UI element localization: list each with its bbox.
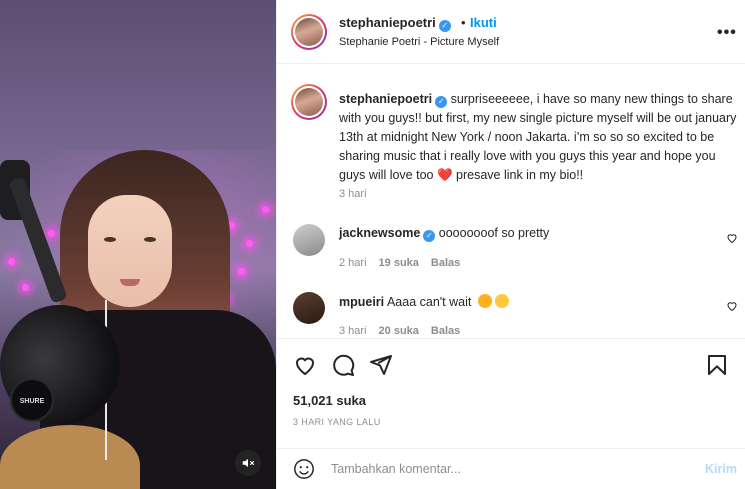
muted-speaker-icon (242, 458, 255, 468)
save-bookmark-icon[interactable] (705, 353, 729, 377)
instagram-post: SHURE stephaniepoetri ✓ • Ikuti Stephanie… (0, 0, 745, 489)
eye (144, 237, 156, 242)
fairy-light (262, 206, 269, 213)
like-comment-heart-icon[interactable] (726, 300, 738, 312)
verified-badge-icon: ✓ (438, 20, 451, 32)
comment-meta: 2 hari 19 suka Balas (339, 257, 460, 269)
verified-badge-icon: ✓ (423, 230, 436, 242)
verified-badge-icon: ✓ (435, 96, 448, 108)
reply-button[interactable]: Balas (431, 257, 460, 269)
caption-username[interactable]: stephaniepoetri (339, 92, 432, 106)
mouth (120, 279, 140, 286)
eye (104, 237, 116, 242)
person-face (88, 195, 172, 307)
comment-composer: Kirim (277, 448, 745, 489)
post-video[interactable]: SHURE (0, 0, 276, 489)
comment-time[interactable]: 2 hari (339, 257, 367, 269)
mute-button[interactable] (235, 450, 261, 476)
fairy-light (246, 240, 253, 247)
comment-username[interactable]: jacknewsome (339, 226, 420, 240)
author-username[interactable]: stephaniepoetri ✓ (339, 15, 451, 32)
comment-body: Aaaa can't wait (386, 295, 472, 309)
post-caption: stephaniepoetri ✓ surpriseeeeee, i have s… (339, 90, 737, 185)
raised-hands-emoji-icon (494, 294, 509, 308)
mic-logo: SHURE (10, 378, 54, 422)
separator-dot: • (461, 15, 466, 30)
post-timestamp[interactable]: 3 HARI YANG LALU (293, 417, 381, 427)
post-header: stephaniepoetri ✓ • Ikuti Stephanie Poetr… (277, 0, 745, 64)
heart-eyes-emoji-icon (477, 294, 492, 308)
comment-time[interactable]: 3 hari (339, 325, 367, 337)
post-details-panel: stephaniepoetri ✓ • Ikuti Stephanie Poetr… (276, 0, 745, 489)
post-actions: 51,021 suka 3 HARI YANG LALU (277, 338, 745, 448)
comment-body: oooooooof so pretty (438, 226, 550, 240)
comment-text: jacknewsome ✓ oooooooof so pretty (339, 226, 549, 242)
fairy-light (8, 258, 15, 265)
comment-bubble-icon[interactable] (331, 353, 355, 377)
audio-label[interactable]: Stephanie Poetri - Picture Myself (339, 36, 499, 48)
reply-button[interactable]: Balas (431, 325, 460, 337)
comment-meta: 3 hari 20 suka Balas (339, 325, 460, 337)
caption-time[interactable]: 3 hari (339, 188, 367, 200)
fairy-light (238, 268, 245, 275)
share-send-icon[interactable] (369, 353, 393, 377)
comment-likes[interactable]: 19 suka (379, 257, 419, 269)
comment-username[interactable]: mpueiri (339, 295, 384, 309)
caption-avatar[interactable] (291, 84, 327, 120)
post-comment-button[interactable]: Kirim (705, 462, 737, 476)
like-heart-icon[interactable] (293, 353, 317, 377)
fairy-light (22, 284, 29, 291)
author-avatar[interactable] (291, 14, 327, 50)
like-comment-heart-icon[interactable] (726, 232, 738, 244)
comment-input[interactable] (331, 458, 691, 480)
fairy-light (48, 230, 55, 237)
more-options-icon[interactable]: ••• (717, 24, 737, 42)
follow-button[interactable]: Ikuti (470, 15, 497, 30)
comment-text: mpueiri Aaaa can't wait (339, 294, 509, 309)
comment-likes[interactable]: 20 suka (379, 325, 419, 337)
commenter-avatar[interactable] (293, 292, 325, 324)
likes-count[interactable]: 51,021 suka (293, 393, 366, 408)
commenter-avatar[interactable] (293, 224, 325, 256)
emoji-picker-icon[interactable] (293, 458, 315, 480)
author-username-text[interactable]: stephaniepoetri (339, 15, 436, 30)
